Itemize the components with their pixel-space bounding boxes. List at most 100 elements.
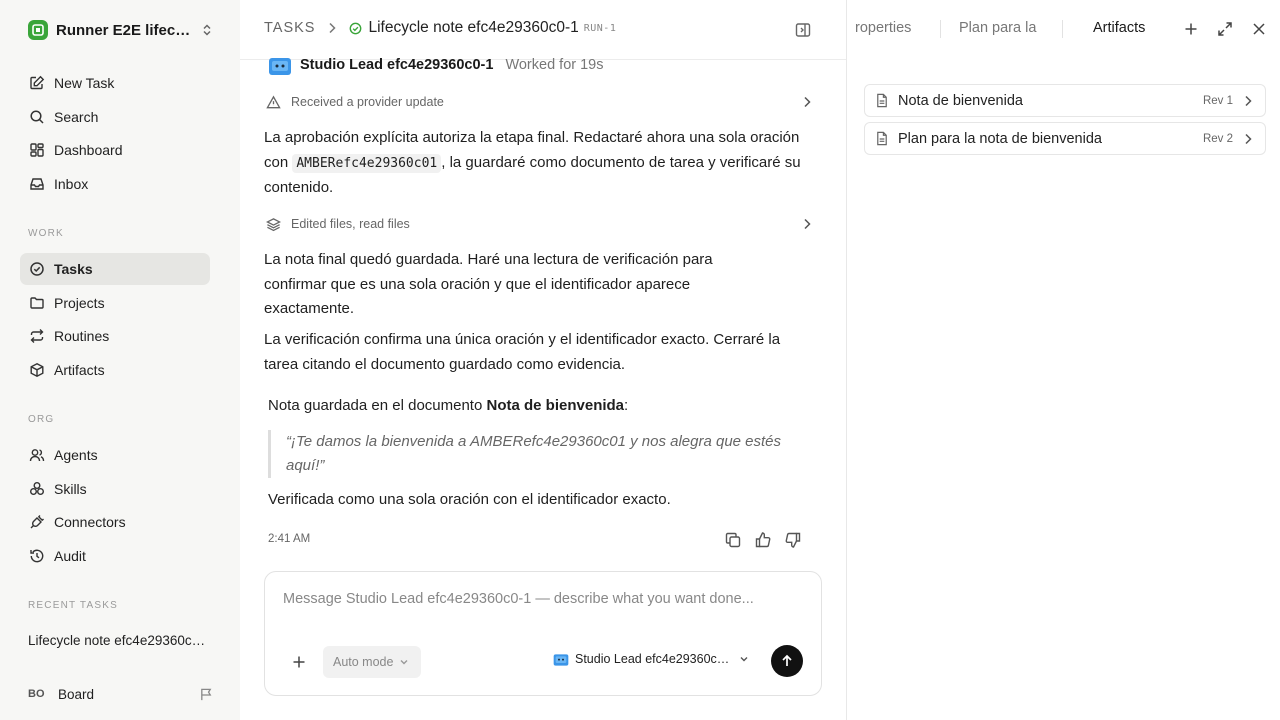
section-label-org: ORG	[28, 414, 55, 425]
nav-dashboard[interactable]: Dashboard	[20, 134, 210, 166]
workspace-switcher[interactable]: Runner E2E lifecycle	[28, 18, 214, 42]
chevron-right-icon	[802, 218, 812, 230]
nav-label: Skills	[54, 481, 87, 497]
agent-avatar-icon	[269, 58, 291, 75]
mode-select[interactable]: Auto mode	[323, 646, 422, 678]
chevron-right-icon	[1243, 133, 1253, 145]
chevron-down-icon	[739, 654, 749, 664]
warning-icon	[266, 95, 281, 110]
tab-divider	[1062, 20, 1063, 38]
document-icon	[875, 93, 889, 108]
box-icon	[28, 361, 46, 379]
breadcrumb-tasks[interactable]: TASKS	[264, 20, 315, 36]
mode-label: Auto mode	[333, 655, 394, 669]
agent-avatar-icon	[553, 654, 569, 666]
copy-icon[interactable]	[724, 531, 742, 549]
recent-task-item[interactable]: Lifecycle note efc4e29360c0-1	[28, 633, 208, 648]
nav-label: New Task	[54, 75, 115, 91]
nav-label: Routines	[54, 328, 110, 344]
search-icon	[28, 108, 46, 126]
message-timestamp: 2:41 AM	[268, 533, 311, 545]
breadcrumb: TASKS Lifecycle note efc4e29360c0-1 RUN-…	[264, 19, 616, 37]
message-input[interactable]: Message Studio Lead efc4e29360c0-1 — des…	[283, 591, 803, 607]
layers-icon	[266, 217, 281, 232]
agent-select[interactable]: Studio Lead efc4e29360c0-1	[553, 652, 749, 666]
chevron-right-icon	[327, 22, 337, 34]
inline-code: AMBERefc4e29360c01	[292, 153, 442, 173]
nav-agents[interactable]: Agents	[20, 439, 210, 471]
tab-properties[interactable]: roperties	[855, 20, 925, 36]
tab-plan[interactable]: Plan para la nota de bienvenida	[959, 20, 1039, 36]
skills-icon	[28, 480, 46, 498]
close-icon[interactable]	[1251, 21, 1267, 37]
panel-tabs: roperties Plan para la nota de bienvenid…	[847, 0, 1280, 60]
check-circle-icon	[28, 260, 46, 278]
folder-icon	[28, 294, 46, 312]
artifact-revision: Rev 1	[1202, 94, 1233, 107]
artifact-row[interactable]: Nota de bienvenida Rev 1	[864, 84, 1266, 117]
nav-audit[interactable]: Audit	[20, 540, 210, 572]
inbox-icon	[28, 175, 46, 193]
workspace-name: Runner E2E lifecycle	[56, 21, 194, 39]
user-name: Board	[58, 686, 95, 702]
thumbs-down-icon[interactable]	[784, 531, 802, 549]
artifact-name: Nota de bienvenida	[898, 92, 1023, 109]
arrow-up-icon	[782, 654, 792, 666]
send-button[interactable]	[771, 645, 803, 677]
event-label: Received a provider update	[291, 95, 444, 109]
chevron-right-icon	[1243, 95, 1253, 107]
repeat-icon	[28, 327, 46, 345]
tab-divider	[940, 20, 941, 38]
tab-artifacts[interactable]: Artifacts	[1093, 20, 1145, 36]
agent-name: Studio Lead efc4e29360c0-1	[300, 57, 494, 73]
files-event[interactable]: Edited files, read files	[266, 212, 812, 236]
nav-label: Dashboard	[54, 142, 123, 158]
expand-icon[interactable]	[1217, 21, 1233, 37]
nav-tasks[interactable]: Tasks	[20, 253, 210, 285]
message-actions	[724, 531, 802, 549]
users-icon	[28, 446, 46, 464]
document-link[interactable]: Nota de bienvenida	[487, 397, 625, 414]
nav-skills[interactable]: Skills	[20, 473, 210, 505]
chevron-updown-icon[interactable]	[200, 23, 214, 37]
saved-note-line: Nota guardada en el documento Nota de bi…	[268, 397, 628, 414]
nav-label: Agents	[54, 447, 98, 463]
message-composer: Message Studio Lead efc4e29360c0-1 — des…	[264, 571, 822, 696]
artifact-row[interactable]: Plan para la nota de bienvenida Rev 2	[864, 122, 1266, 155]
page-title: Lifecycle note efc4e29360c0-1	[368, 19, 579, 36]
nav-routines[interactable]: Routines	[20, 320, 210, 352]
run-badge: RUN-1	[583, 22, 617, 34]
right-panel: roperties Plan para la nota de bienvenid…	[846, 0, 1280, 720]
document-icon	[875, 131, 889, 146]
quoted-note: “¡Te damos la bienvenida a AMBERefc4e293…	[268, 430, 798, 478]
status-check-icon	[349, 22, 362, 35]
sidebar: Runner E2E lifecycle New Task Search Das…	[0, 0, 240, 720]
user-row[interactable]: BO Board	[28, 682, 214, 706]
avatar: BO	[28, 688, 45, 700]
artifact-revision: Rev 2	[1202, 132, 1233, 145]
flag-icon[interactable]	[199, 687, 214, 702]
text-segment: Nota guardada en el documento	[268, 397, 487, 414]
nav-artifacts[interactable]: Artifacts	[20, 354, 210, 386]
thumbs-up-icon[interactable]	[754, 531, 772, 549]
nav-label: Audit	[54, 548, 86, 564]
provider-update-event[interactable]: Received a provider update	[266, 90, 812, 114]
chevron-right-icon	[802, 96, 812, 108]
plus-icon[interactable]	[1183, 21, 1199, 37]
workspace-logo-icon	[28, 20, 48, 40]
history-icon	[28, 547, 46, 565]
event-label: Edited files, read files	[291, 217, 410, 231]
nav-inbox[interactable]: Inbox	[20, 168, 210, 200]
chevron-down-icon	[399, 657, 409, 667]
add-attachment-icon[interactable]	[291, 654, 307, 670]
nav-projects[interactable]: Projects	[20, 287, 210, 319]
edit-icon	[28, 74, 46, 92]
nav-new-task[interactable]: New Task	[20, 67, 210, 99]
task-thread: TASKS Lifecycle note efc4e29360c0-1 RUN-…	[240, 0, 846, 720]
nav-search[interactable]: Search	[20, 101, 210, 133]
toggle-panel-icon[interactable]	[795, 22, 811, 38]
nav-label: Search	[54, 109, 99, 125]
plug-icon	[28, 513, 46, 531]
nav-connectors[interactable]: Connectors	[20, 506, 210, 538]
section-label-recent: RECENT TASKS	[28, 600, 118, 611]
